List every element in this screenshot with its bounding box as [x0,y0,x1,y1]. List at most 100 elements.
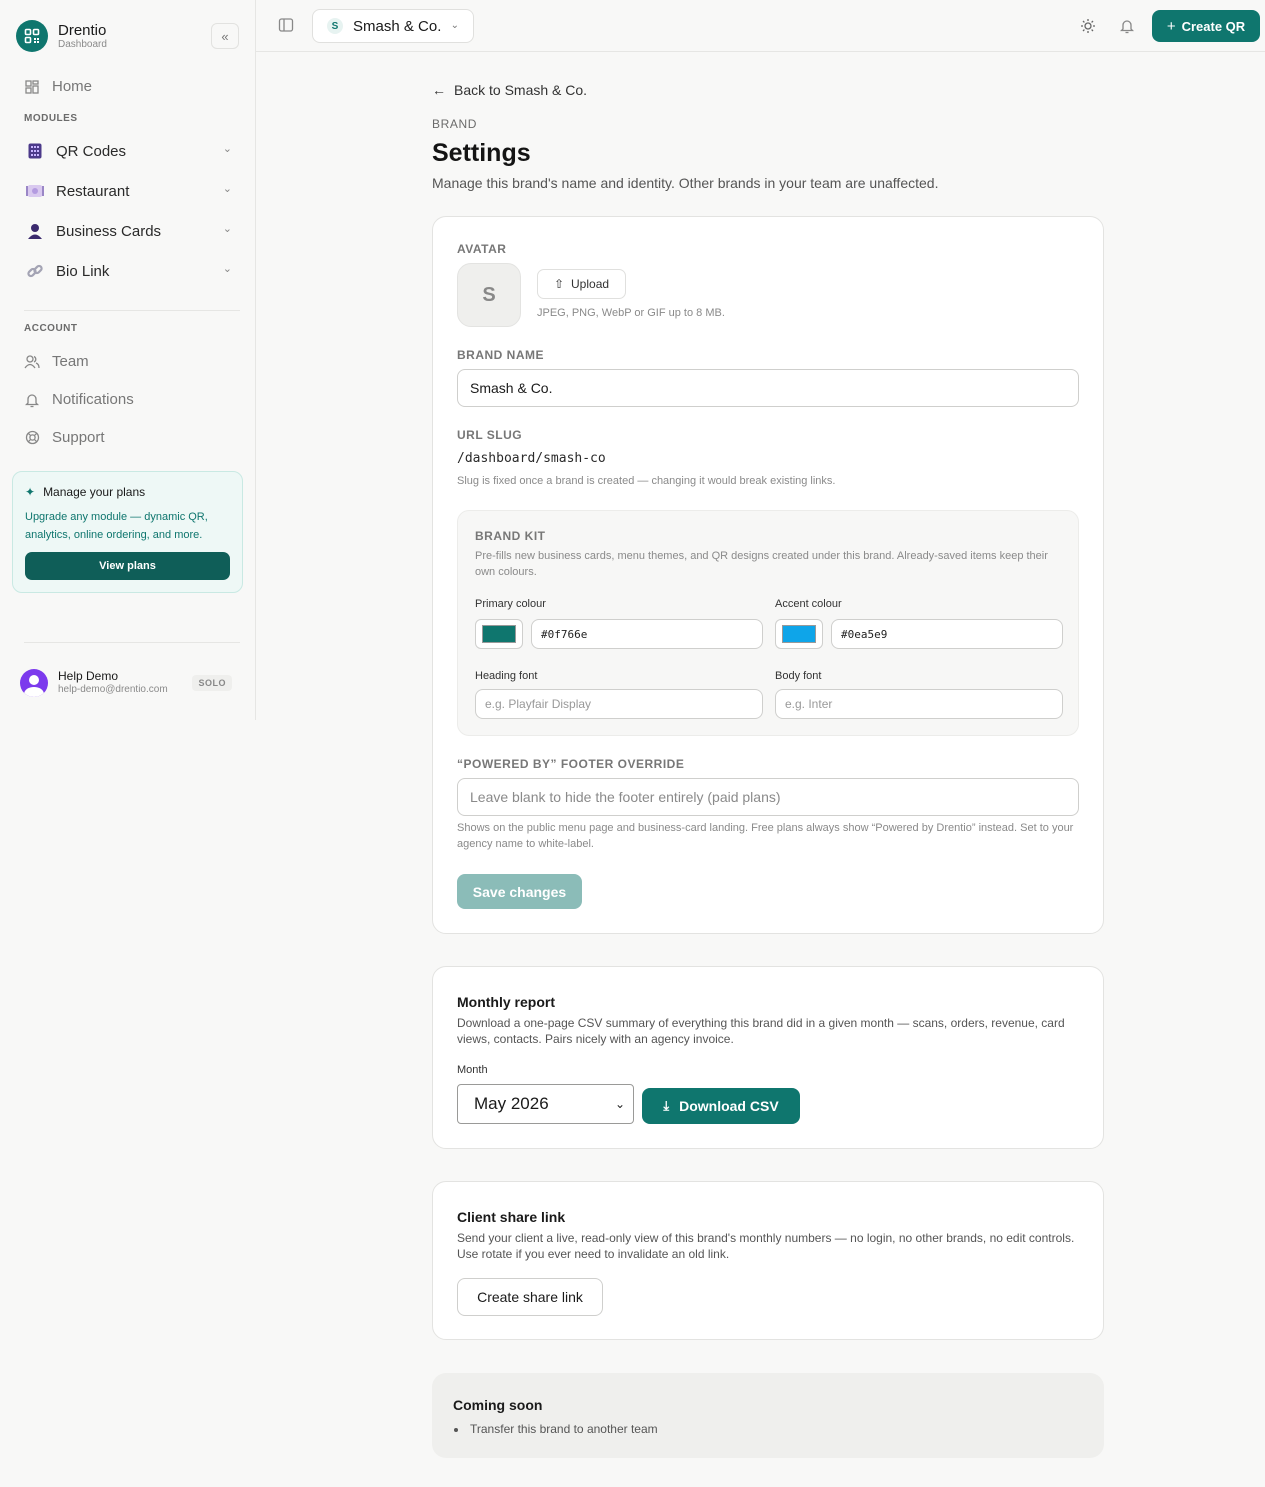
accent-colour-input[interactable]: #0ea5e9 [831,619,1063,649]
divider [24,310,240,311]
brand-kit-title: BRAND KIT [475,529,546,543]
plan-card-description: Upgrade any module — dynamic QR, analyti… [25,511,208,541]
user-name: Help Demo [58,669,119,683]
brand-kit-description: Pre-fills new business cards, menu theme… [475,550,1048,578]
footer-override-label: “POWERED BY” FOOTER OVERRIDE [457,757,685,771]
chevron-down-icon[interactable]: ⌄ [223,182,232,195]
chevron-down-icon[interactable]: ⌄ [223,142,232,155]
bell-icon[interactable] [1119,18,1136,34]
chevron-down-icon[interactable]: ⌄ [223,262,232,275]
arrow-left-icon: ← [432,82,446,98]
sidebar-item-label: Team [52,353,89,370]
sidebar-item-label: QR Codes [56,142,127,160]
link-icon [24,262,46,280]
bell-icon [24,392,40,408]
sidebar-item-label: Bio Link [56,262,110,280]
chevron-down-icon: ⌄ [450,20,459,31]
coming-soon-panel: Coming soon Transfer this brand to anoth… [432,1373,1104,1458]
download-csv-button[interactable]: ⤓ Download CSV [642,1088,800,1124]
chevrons-left-icon: « [221,28,229,44]
user-email: help-demo@drentio.com [58,684,168,695]
heading-font-input[interactable]: e.g. Playfair Display [475,689,763,719]
back-link-label: Back to Smash & Co. [454,82,588,98]
url-slug-value: /dashboard/smash-co [457,451,606,466]
primary-colour-input[interactable]: #0f766e [531,619,763,649]
users-icon [24,354,40,370]
sidebar-item-bio-link[interactable]: Bio Link ⌄ [24,262,236,280]
sidebar: Drentio Dashboard « Home MODULES QR Code… [0,0,256,720]
user-profile[interactable]: Help Demo help-demo@drentio.com SOLO [20,669,236,697]
primary-colour-swatch[interactable] [475,619,523,649]
brand-avatar: S [457,263,521,327]
monthly-report-card: Monthly report Download a one-page CSV s… [432,966,1104,1149]
plan-badge: SOLO [192,675,232,691]
chevron-down-icon[interactable]: ⌄ [223,222,232,235]
qr-grid-icon [24,142,46,160]
divider [24,642,240,643]
sidebar-item-team[interactable]: Team [24,353,89,370]
primary-colour-label: Primary colour [475,598,546,610]
plate-icon [24,182,46,200]
sparkles-icon: ✦ [25,485,36,499]
upload-label: Upload [571,277,610,291]
sidebar-item-business-cards[interactable]: Business Cards ⌄ [24,222,236,240]
plan-upgrade-card: ✦ Manage your plans Upgrade any module —… [12,471,243,593]
grid-icon [24,79,40,95]
page-description: Manage this brand's name and identity. O… [432,175,939,191]
sidebar-toggle-icon[interactable] [278,17,294,33]
sun-icon[interactable] [1080,18,1096,34]
sidebar-item-support[interactable]: Support [24,429,105,446]
brand-initial-badge: S [327,18,343,34]
avatar [20,669,48,697]
share-link-title: Client share link [457,1209,566,1225]
create-qr-button[interactable]: + Create QR [1152,10,1260,42]
sidebar-item-label: Home [52,78,93,95]
upload-icon: ⇧ [553,277,565,291]
brand-name-label: BRAND NAME [457,348,544,362]
chevron-down-icon: ⌄ [614,1097,625,1111]
swatch-fill [782,625,816,643]
app-subtitle: Dashboard [58,38,107,50]
list-item: Transfer this brand to another team [454,1422,658,1436]
sidebar-item-restaurant[interactable]: Restaurant ⌄ [24,182,236,200]
brand-name-input[interactable]: Smash & Co. [457,369,1079,407]
month-select-value: May 2026 [474,1094,549,1113]
avatar-label: AVATAR [457,242,507,256]
upload-button[interactable]: ⇧ Upload [537,269,626,299]
sidebar-item-label: Business Cards [56,222,162,240]
collapse-sidebar-button[interactable]: « [211,23,239,49]
client-share-link-card: Client share link Send your client a liv… [432,1181,1104,1340]
section-label-account: ACCOUNT [24,323,78,334]
plan-card-title-text: Manage your plans [43,485,146,499]
coming-soon-title: Coming soon [453,1397,543,1413]
app-brand[interactable]: Drentio Dashboard [16,20,107,52]
footer-override-input[interactable]: Leave blank to hide the footer entirely … [457,778,1079,816]
sidebar-item-label: Support [52,429,105,446]
sidebar-item-qr-codes[interactable]: QR Codes ⌄ [24,142,236,160]
heading-font-label: Heading font [475,670,538,682]
month-label: Month [457,1064,488,1076]
brand-switcher[interactable]: S Smash & Co. ⌄ [312,9,474,43]
plus-icon: + [1166,17,1176,35]
sidebar-item-notifications[interactable]: Notifications [24,391,134,408]
view-plans-button[interactable]: View plans [25,552,230,580]
download-csv-label: Download CSV [679,1098,779,1114]
accent-colour-swatch[interactable] [775,619,823,649]
body-font-input[interactable]: e.g. Inter [775,689,1063,719]
topbar: S Smash & Co. ⌄ + Create QR [256,0,1265,52]
section-label-modules: MODULES [24,113,78,124]
swatch-fill [482,625,516,643]
url-slug-hint: Slug is fixed once a brand is created — … [457,475,836,487]
month-select[interactable]: May 2026 ⌄ [457,1084,634,1124]
back-link[interactable]: ← Back to Smash & Co. [432,82,587,98]
sidebar-item-home[interactable]: Home [24,78,92,95]
brand-switcher-name: Smash & Co. [353,17,442,35]
page-title: Settings [432,139,531,167]
footer-override-hint: Shows on the public menu page and busine… [457,822,1074,850]
create-qr-label: Create QR [1181,18,1246,34]
accent-colour-label: Accent colour [775,598,842,610]
save-changes-button[interactable]: Save changes [457,874,582,909]
create-share-link-button[interactable]: Create share link [457,1278,603,1316]
brand-kit-panel: BRAND KIT Pre-fills new business cards, … [457,510,1079,736]
url-slug-label: URL SLUG [457,428,523,442]
